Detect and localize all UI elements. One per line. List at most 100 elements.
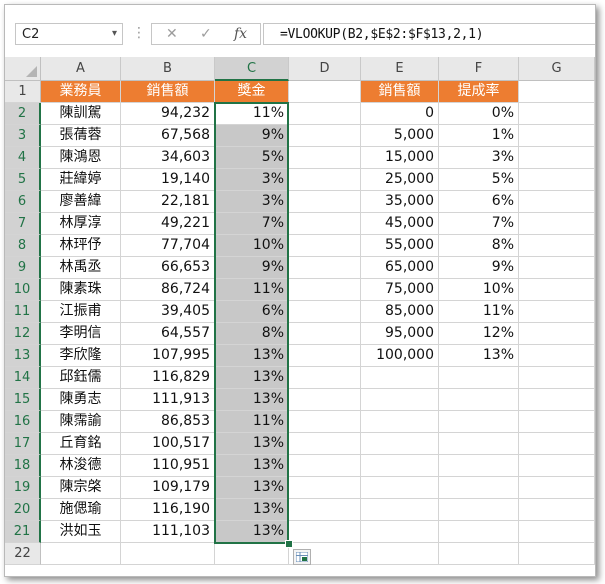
cell-bonus[interactable]: 8% <box>215 323 289 345</box>
cell-threshold[interactable]: 55,000 <box>361 235 439 257</box>
empty-cell[interactable] <box>519 411 595 433</box>
empty-cell[interactable] <box>289 191 361 213</box>
empty-cell[interactable] <box>215 543 289 565</box>
cell-salesperson[interactable]: 陳訓駕 <box>41 103 121 125</box>
drag-handle-icon[interactable]: ⋮ <box>132 25 146 41</box>
cell-rate[interactable]: 3% <box>439 147 519 169</box>
cell-salesperson[interactable]: 林玶伃 <box>41 235 121 257</box>
cell-sales[interactable]: 100,517 <box>121 433 215 455</box>
cell-salesperson[interactable]: 洪如玉 <box>41 521 121 543</box>
cell-salesperson[interactable]: 莊緯婷 <box>41 169 121 191</box>
cell-rate[interactable]: 12% <box>439 323 519 345</box>
row-header-17[interactable]: 17 <box>5 433 41 455</box>
row-header-19[interactable]: 19 <box>5 477 41 499</box>
insert-function-icon[interactable]: fx <box>234 26 247 42</box>
cell-rate[interactable]: 13% <box>439 345 519 367</box>
row-header-18[interactable]: 18 <box>5 455 41 477</box>
cell-bonus[interactable]: 6% <box>215 301 289 323</box>
cell-threshold[interactable]: 5,000 <box>361 125 439 147</box>
cell-sales[interactable]: 34,603 <box>121 147 215 169</box>
cell-salesperson[interactable]: 李欣隆 <box>41 345 121 367</box>
empty-cell[interactable] <box>289 389 361 411</box>
cell-salesperson[interactable]: 施偲瑜 <box>41 499 121 521</box>
cell-bonus[interactable]: 11% <box>215 279 289 301</box>
cell-threshold[interactable]: 35,000 <box>361 191 439 213</box>
row-header-9[interactable]: 9 <box>5 257 41 279</box>
empty-cell[interactable] <box>519 257 595 279</box>
cell-salesperson[interactable]: 陳霈諭 <box>41 411 121 433</box>
row-header-16[interactable]: 16 <box>5 411 41 433</box>
row-header-21[interactable]: 21 <box>5 521 41 543</box>
cell-bonus[interactable]: 13% <box>215 433 289 455</box>
row-header-11[interactable]: 11 <box>5 301 41 323</box>
empty-cell[interactable] <box>519 345 595 367</box>
cell-bonus[interactable]: 5% <box>215 147 289 169</box>
cell-bonus[interactable]: 13% <box>215 367 289 389</box>
empty-cell[interactable] <box>289 367 361 389</box>
header-cell-sales[interactable]: 銷售額 <box>121 81 215 103</box>
empty-cell[interactable] <box>519 455 595 477</box>
empty-cell[interactable] <box>41 543 121 565</box>
row-header-3[interactable]: 3 <box>5 125 41 147</box>
empty-cell[interactable] <box>519 235 595 257</box>
cell-threshold[interactable]: 45,000 <box>361 213 439 235</box>
quick-analysis-button[interactable] <box>293 549 311 565</box>
empty-cell[interactable] <box>289 103 361 125</box>
row-header-10[interactable]: 10 <box>5 279 41 301</box>
cell-threshold[interactable]: 100,000 <box>361 345 439 367</box>
row-header-22[interactable]: 22 <box>5 543 41 565</box>
cell-salesperson[interactable]: 陳宗棨 <box>41 477 121 499</box>
empty-cell[interactable] <box>361 543 439 565</box>
empty-cell[interactable] <box>361 367 439 389</box>
cell-rate[interactable]: 7% <box>439 213 519 235</box>
empty-cell[interactable] <box>361 521 439 543</box>
empty-cell[interactable] <box>121 543 215 565</box>
cell-salesperson[interactable]: 陳勇志 <box>41 389 121 411</box>
column-header-e[interactable]: E <box>361 57 439 81</box>
cell-bonus[interactable]: 9% <box>215 257 289 279</box>
cell-threshold[interactable]: 95,000 <box>361 323 439 345</box>
cell-bonus[interactable]: 3% <box>215 191 289 213</box>
empty-cell[interactable] <box>289 169 361 191</box>
empty-cell[interactable] <box>519 279 595 301</box>
select-all-button[interactable] <box>5 57 41 81</box>
cell-bonus[interactable]: 13% <box>215 521 289 543</box>
cell-bonus[interactable]: 11% <box>215 411 289 433</box>
row-header-1[interactable]: 1 <box>5 81 41 103</box>
cell-sales[interactable]: 109,179 <box>121 477 215 499</box>
cell-bonus[interactable]: 3% <box>215 169 289 191</box>
header-cell-salesperson[interactable]: 業務員 <box>41 81 121 103</box>
empty-cell[interactable] <box>439 521 519 543</box>
column-header-g[interactable]: G <box>519 57 595 81</box>
column-header-a[interactable]: A <box>41 57 121 81</box>
empty-cell[interactable] <box>289 81 361 103</box>
cell-rate[interactable]: 0% <box>439 103 519 125</box>
cell-bonus[interactable]: 10% <box>215 235 289 257</box>
empty-cell[interactable] <box>439 499 519 521</box>
empty-cell[interactable] <box>289 213 361 235</box>
cell-rate[interactable]: 10% <box>439 279 519 301</box>
empty-cell[interactable] <box>289 125 361 147</box>
cell-sales[interactable]: 64,557 <box>121 323 215 345</box>
cell-rate[interactable]: 8% <box>439 235 519 257</box>
cell-bonus[interactable]: 13% <box>215 389 289 411</box>
empty-cell[interactable] <box>289 279 361 301</box>
header-cell-rate[interactable]: 提成率 <box>439 81 519 103</box>
cell-threshold[interactable]: 75,000 <box>361 279 439 301</box>
empty-cell[interactable] <box>439 389 519 411</box>
header-cell-bonus[interactable]: 獎金 <box>215 81 289 103</box>
empty-cell[interactable] <box>439 411 519 433</box>
cell-rate[interactable]: 5% <box>439 169 519 191</box>
empty-cell[interactable] <box>439 433 519 455</box>
cell-rate[interactable]: 9% <box>439 257 519 279</box>
empty-cell[interactable] <box>519 103 595 125</box>
empty-cell[interactable] <box>519 125 595 147</box>
cell-salesperson[interactable]: 李明信 <box>41 323 121 345</box>
empty-cell[interactable] <box>289 455 361 477</box>
cell-salesperson[interactable]: 陳素珠 <box>41 279 121 301</box>
cell-salesperson[interactable]: 林浚德 <box>41 455 121 477</box>
empty-cell[interactable] <box>289 345 361 367</box>
cell-salesperson[interactable]: 張蒨蓉 <box>41 125 121 147</box>
cell-bonus[interactable]: 13% <box>215 345 289 367</box>
cell-sales[interactable]: 19,140 <box>121 169 215 191</box>
